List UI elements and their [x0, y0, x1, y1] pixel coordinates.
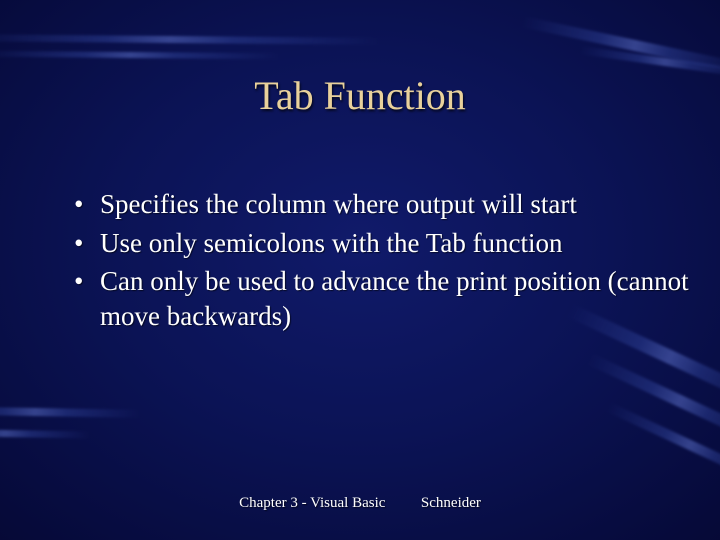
- decor-streak: [587, 353, 720, 448]
- footer-left: Chapter 3 - Visual Basic: [239, 495, 385, 511]
- decor-streak: [606, 402, 720, 487]
- decor-streak: [0, 51, 280, 60]
- footer-right: Schneider: [421, 495, 481, 511]
- bullet-list: Specifies the column where output will s…: [34, 187, 690, 337]
- list-item: Specifies the column where output will s…: [74, 187, 690, 222]
- slide-title: Tab Function: [0, 72, 720, 119]
- decor-streak: [0, 429, 90, 439]
- decor-streak: [0, 406, 140, 418]
- slide-footer: Chapter 3 - Visual Basic Schneider: [0, 495, 720, 512]
- decor-streak: [521, 16, 720, 75]
- list-item: Can only be used to advance the print po…: [74, 264, 690, 333]
- list-item: Use only semicolons with the Tab functio…: [74, 226, 690, 261]
- decor-streak: [0, 34, 380, 45]
